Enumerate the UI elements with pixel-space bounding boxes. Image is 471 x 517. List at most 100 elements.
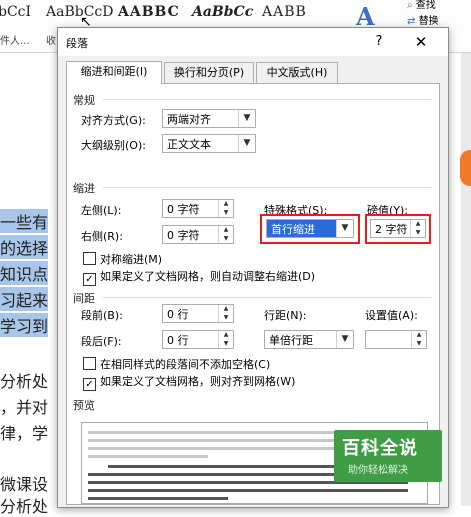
- snap-to-grid-label: 如果定义了文档网格，则对齐到网格(W): [100, 375, 296, 388]
- close-button[interactable]: ✕: [410, 32, 432, 52]
- find-icon: ⌕: [407, 0, 413, 11]
- spacing-before-spinner[interactable]: 0 行 ▲ ▼: [162, 304, 234, 323]
- spacing-before-value: 0 行: [167, 308, 189, 321]
- line-spacing-select[interactable]: 单倍行距 ▼: [264, 330, 354, 349]
- mirror-indents-label: 对称缩进(M): [100, 253, 163, 266]
- line-spacing-value: 单倍行距: [269, 334, 313, 347]
- style-sample[interactable]: AABB: [262, 4, 307, 20]
- spinner-buttons: ▲ ▼: [411, 331, 426, 348]
- alignment-select[interactable]: 两端对齐 ▼: [162, 109, 256, 128]
- auto-adjust-right-indent-label: 如果定义了文档网格，则自动调整右缩进(D): [100, 270, 316, 283]
- doc-line[interactable]: ，并对: [0, 394, 48, 418]
- spin-down-icon[interactable]: ▼: [219, 235, 233, 243]
- preview-line: [88, 455, 208, 458]
- indent-left-spinner[interactable]: 0 字符 ▲ ▼: [162, 199, 234, 218]
- spin-down-icon[interactable]: ▼: [219, 314, 233, 322]
- brand-watermark: 百科全说 助你轻松解决: [334, 430, 442, 482]
- section-indentation: 缩进: [73, 182, 95, 195]
- watermark-subtitle: 助你轻松解决: [348, 465, 408, 476]
- doc-line[interactable]: 的选择: [0, 235, 49, 259]
- doc-line[interactable]: 学习到: [0, 313, 49, 337]
- outline-level-label: 大纲级别(O):: [81, 139, 146, 152]
- section-preview: 预览: [73, 399, 95, 412]
- spin-up-icon[interactable]: ▲: [219, 226, 233, 234]
- tab-line-page-breaks[interactable]: 换行和分页(P): [164, 62, 254, 83]
- spin-up-icon[interactable]: ▲: [412, 331, 426, 339]
- style-sample[interactable]: AABBC: [118, 4, 180, 20]
- spin-up-icon[interactable]: ▲: [219, 305, 233, 313]
- spin-down-icon[interactable]: ▼: [412, 340, 426, 348]
- tab-indents-spacing[interactable]: 缩进和间距(I): [66, 61, 162, 84]
- dialog-titlebar[interactable]: 段落 ? ✕: [58, 28, 448, 56]
- preview-text-line: [88, 489, 408, 492]
- document-scrollbar[interactable]: [461, 53, 471, 506]
- checkbox-box: [83, 357, 96, 370]
- section-divider: [103, 297, 431, 298]
- indent-left-label: 左侧(L):: [81, 204, 122, 217]
- section-spacing: 间距: [73, 292, 95, 305]
- doc-line[interactable]: 分析处: [0, 493, 48, 517]
- spin-up-icon[interactable]: ▲: [219, 331, 233, 339]
- watermark-title: 百科全说: [342, 438, 418, 459]
- checkmark-icon: ✓: [83, 378, 96, 391]
- spacing-before-label: 段前(B):: [81, 309, 123, 322]
- highlight-box: [260, 214, 360, 244]
- replace-label: 替换: [418, 16, 439, 27]
- no-space-same-style-checkbox[interactable]: 在相同样式的段落间不添加空格(C): [83, 357, 270, 371]
- section-general: 常规: [73, 94, 95, 107]
- style-sample[interactable]: AaBbCc: [192, 4, 253, 20]
- section-divider: [103, 187, 431, 188]
- spacing-at-label: 设置值(A):: [365, 309, 418, 322]
- spinner-buttons: ▲ ▼: [218, 226, 233, 243]
- snap-to-grid-checkbox[interactable]: ✓ 如果定义了文档网格，则对齐到网格(W): [83, 375, 296, 391]
- side-badge-icon: [460, 150, 471, 186]
- tab-asian-typography[interactable]: 中文版式(H): [256, 62, 338, 83]
- indent-right-spinner[interactable]: 0 字符 ▲ ▼: [162, 225, 234, 244]
- find-button[interactable]: ⌕ 查找: [407, 0, 436, 11]
- alignment-label: 对齐方式(G):: [81, 114, 146, 127]
- outline-level-select[interactable]: 正文文本 ▼: [162, 134, 256, 153]
- doc-line[interactable]: 一些有: [0, 209, 49, 233]
- spin-down-icon[interactable]: ▼: [219, 209, 233, 217]
- section-divider: [103, 99, 431, 100]
- doc-line[interactable]: 微课设: [0, 471, 48, 495]
- replace-icon: ⇄: [407, 16, 416, 27]
- doc-line[interactable]: 知识点: [0, 261, 49, 285]
- find-label: 查找: [415, 0, 436, 11]
- indent-right-label: 右侧(R):: [81, 230, 123, 243]
- line-spacing-label: 行距(N):: [264, 309, 307, 322]
- mirror-indents-checkbox[interactable]: 对称缩进(M): [83, 252, 162, 266]
- alignment-value: 两端对齐: [167, 113, 211, 126]
- highlight-box: [365, 214, 431, 244]
- doc-line[interactable]: 分析处: [0, 368, 48, 392]
- doc-line[interactable]: 习起来: [0, 287, 49, 311]
- checkbox-box: [83, 252, 96, 265]
- chevron-down-icon: ▼: [336, 331, 353, 348]
- style-sample[interactable]: bCcI: [0, 4, 31, 20]
- outline-level-value: 正文文本: [167, 138, 211, 151]
- spin-up-icon[interactable]: ▲: [219, 200, 233, 208]
- style-label: 收: [46, 36, 56, 47]
- spinner-buttons: ▲ ▼: [218, 331, 233, 348]
- preview-text-line: [88, 497, 228, 500]
- spin-down-icon[interactable]: ▼: [219, 340, 233, 348]
- chevron-down-icon: ▼: [238, 135, 255, 152]
- spinner-buttons: ▲ ▼: [218, 305, 233, 322]
- indent-left-value: 0 字符: [167, 203, 200, 216]
- styles-pane-icon[interactable]: A: [356, 2, 386, 31]
- spacing-after-label: 段后(F):: [81, 335, 122, 348]
- style-label: 件人...: [0, 36, 30, 47]
- spacing-at-spinner[interactable]: ▲ ▼: [365, 330, 427, 349]
- chevron-down-icon: ▼: [238, 110, 255, 127]
- checkmark-icon: ✓: [83, 273, 96, 286]
- spinner-buttons: ▲ ▼: [218, 200, 233, 217]
- spacing-after-value: 0 行: [167, 334, 189, 347]
- dialog-title: 段落: [66, 37, 88, 50]
- help-button[interactable]: ?: [370, 33, 388, 51]
- doc-line[interactable]: 律，学: [0, 420, 48, 444]
- auto-adjust-right-indent-checkbox[interactable]: ✓ 如果定义了文档网格，则自动调整右缩进(D): [83, 270, 316, 286]
- no-space-same-style-label: 在相同样式的段落间不添加空格(C): [100, 358, 271, 371]
- indent-right-value: 0 字符: [167, 229, 200, 242]
- spacing-after-spinner[interactable]: 0 行 ▲ ▼: [162, 330, 234, 349]
- replace-button[interactable]: ⇄ 替换: [407, 12, 439, 27]
